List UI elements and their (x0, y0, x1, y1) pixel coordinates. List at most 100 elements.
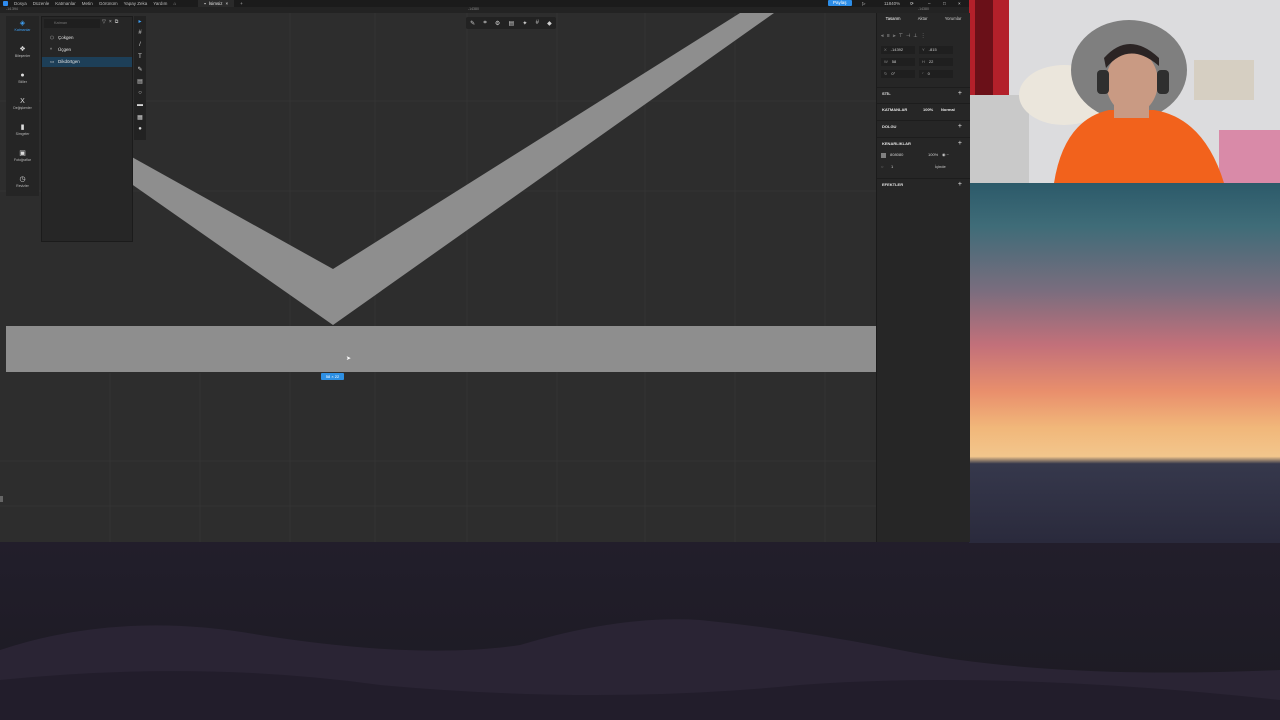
stroke-width-value[interactable]: 1 (891, 163, 935, 171)
add-effect-icon[interactable]: + (958, 179, 962, 191)
layer-item-polygon[interactable]: ⬡ Çokgen (42, 33, 132, 43)
document-tab-label: İsimsiz (208, 1, 223, 6)
ellipse-tool-icon[interactable]: ○ (134, 90, 146, 96)
x-field[interactable]: X -14392 (881, 46, 915, 54)
distribute-icon[interactable]: ⋮ (921, 32, 929, 40)
home-icon[interactable]: ⌂ (173, 1, 176, 6)
close-tab-icon[interactable]: × (226, 0, 229, 7)
frame-icon[interactable]: # (536, 20, 539, 26)
menu-layers[interactable]: Katmanlar (55, 1, 76, 6)
rotation-row: ↻ 0° ◜ 0 (881, 70, 966, 78)
tab-design[interactable]: Tasarım (886, 16, 901, 25)
rail-item-history[interactable]: ◷ Revizler (6, 176, 39, 188)
stroke-color-row[interactable]: 808080 100% ◉ − (881, 151, 966, 159)
rail-label: Revizler (16, 184, 29, 188)
rail-item-variables[interactable]: X Değişkenler (6, 98, 39, 110)
document-icon: ▪ (204, 1, 206, 6)
y-field[interactable]: Y -815 (919, 46, 953, 54)
image-tool-icon[interactable]: ▤ (134, 78, 146, 85)
sync-icon[interactable]: ⟳ (910, 0, 914, 7)
add-page-icon[interactable]: ⧉ (115, 19, 122, 25)
stroke-position-select[interactable]: İçinde (935, 163, 946, 171)
menu-file[interactable]: Dosya (14, 1, 27, 6)
styles-icon: ● (20, 72, 25, 79)
mouse-cursor-icon: ➤ (346, 356, 352, 362)
layer-opacity[interactable]: 100% (923, 104, 933, 116)
move-tool-icon[interactable]: ▸ (134, 18, 146, 25)
pen-icon[interactable]: ✎ (470, 20, 475, 27)
width-field[interactable]: W 58 (881, 58, 915, 66)
filter-icon[interactable]: ▽ (102, 19, 109, 25)
minimize-icon[interactable]: – (928, 0, 931, 7)
layer-search-input[interactable]: Katman (44, 19, 100, 28)
add-fill-icon[interactable]: + (958, 121, 962, 133)
settings-icon[interactable]: ⚙ (495, 20, 500, 27)
stroke-color-swatch[interactable] (881, 152, 886, 158)
menu-ai[interactable]: Yapay Zeka (124, 1, 148, 6)
position-row: X -14392 Y -815 (881, 46, 966, 54)
text-tool-icon[interactable]: T (134, 54, 146, 60)
fill-section[interactable]: DOLGU + (877, 120, 970, 132)
close-window-icon[interactable]: × (958, 0, 961, 7)
size-row: W 58 H 22 (881, 58, 966, 66)
grid-tool-icon[interactable]: ▦ (134, 114, 146, 121)
menu-text[interactable]: Metin (82, 1, 93, 6)
stroke-width-row[interactable]: ◌ 1 İçinde (881, 163, 966, 171)
blend-mode-select[interactable]: Normal (941, 104, 955, 116)
align-middle-icon[interactable]: ⊣ (906, 32, 913, 40)
rectangle-icon: ▭ (50, 59, 55, 64)
share-button[interactable]: Paylaş (828, 0, 852, 6)
maximize-icon[interactable]: □ (943, 0, 946, 7)
align-bottom-icon[interactable]: ⊥ (913, 32, 920, 40)
menu-edit[interactable]: Düzenle (33, 1, 50, 6)
rotation-field[interactable]: ↻ 0° (881, 70, 915, 78)
document-tab[interactable]: ▪ İsimsiz × (198, 0, 235, 7)
app-logo-icon[interactable] (3, 1, 8, 6)
images-icon: ▣ (19, 150, 26, 157)
radius-field[interactable]: ◜ 0 (919, 70, 953, 78)
ruler-center-value: -14380 (468, 7, 479, 11)
rail-item-styles[interactable]: ● Stiller (6, 72, 39, 84)
crop-icon[interactable]: ⌗ (483, 20, 486, 27)
style-section[interactable]: STİL + (877, 87, 970, 99)
stroke-color-value[interactable]: 808080 (890, 151, 928, 159)
frame-tool-icon[interactable]: # (134, 30, 146, 36)
stroke-section[interactable]: KENARLIKLAR + (877, 137, 970, 149)
add-style-icon[interactable]: + (958, 88, 962, 100)
add-stroke-icon[interactable]: + (958, 138, 962, 150)
rail-label: Fotoğraflar (14, 158, 31, 162)
polygon-shape[interactable] (130, 13, 774, 325)
magic-icon[interactable]: ✦ (522, 20, 527, 27)
comment-tool-icon[interactable]: ● (134, 126, 146, 132)
tab-comments[interactable]: Yorumlar (945, 16, 962, 25)
remove-stroke-icon[interactable]: − (947, 151, 949, 159)
visibility-eye-icon[interactable]: ◉ (942, 151, 946, 159)
align-top-icon[interactable]: ⊤ (899, 32, 906, 40)
properties-tabs: Tasarım Aktar Yorumlar (877, 16, 970, 25)
layers-panel: Katman ▽×⧉ ⬡ Çokgen ^ Üçgen ▭ Dikdörtgen (41, 16, 133, 242)
play-icon[interactable]: ▷ (862, 0, 865, 7)
menu-view[interactable]: Görünüm (99, 1, 118, 6)
pen-tool-icon[interactable]: ✎ (134, 66, 146, 73)
tab-export[interactable]: Aktar (918, 16, 928, 25)
height-field[interactable]: H 22 (919, 58, 953, 66)
side-scroll-handle[interactable] (0, 496, 3, 502)
line-tool-icon[interactable]: / (134, 42, 146, 48)
effects-section[interactable]: EFEKTLER + (877, 178, 970, 190)
rail-item-images[interactable]: ▣ Fotoğraflar (6, 150, 39, 162)
zoom-level[interactable]: 11840% (884, 0, 900, 7)
menu-help[interactable]: Yardım (153, 1, 167, 6)
floating-toolbar: ✎ ⌗ ⚙ ▤ ✦ # ◆ (466, 17, 556, 29)
rail-item-components[interactable]: ❖ Bileşenler (6, 46, 39, 58)
new-tab-icon[interactable]: + (240, 1, 243, 6)
component-icon[interactable]: ◆ (547, 20, 552, 27)
layer-name: Çokgen (58, 35, 74, 40)
rail-item-layers[interactable]: ◈ Katmanlar (6, 20, 39, 32)
layer-item-rectangle[interactable]: ▭ Dikdörtgen (42, 57, 132, 67)
table-icon[interactable]: ▤ (509, 20, 515, 27)
layer-item-triangle[interactable]: ^ Üçgen (42, 45, 132, 55)
rectangle-tool-icon[interactable]: ▬ (134, 102, 146, 108)
stroke-opacity-value[interactable]: 100% (928, 151, 942, 159)
rectangle-shape[interactable] (6, 326, 876, 372)
rail-item-symbols[interactable]: ▮ Simgeler (6, 124, 39, 136)
